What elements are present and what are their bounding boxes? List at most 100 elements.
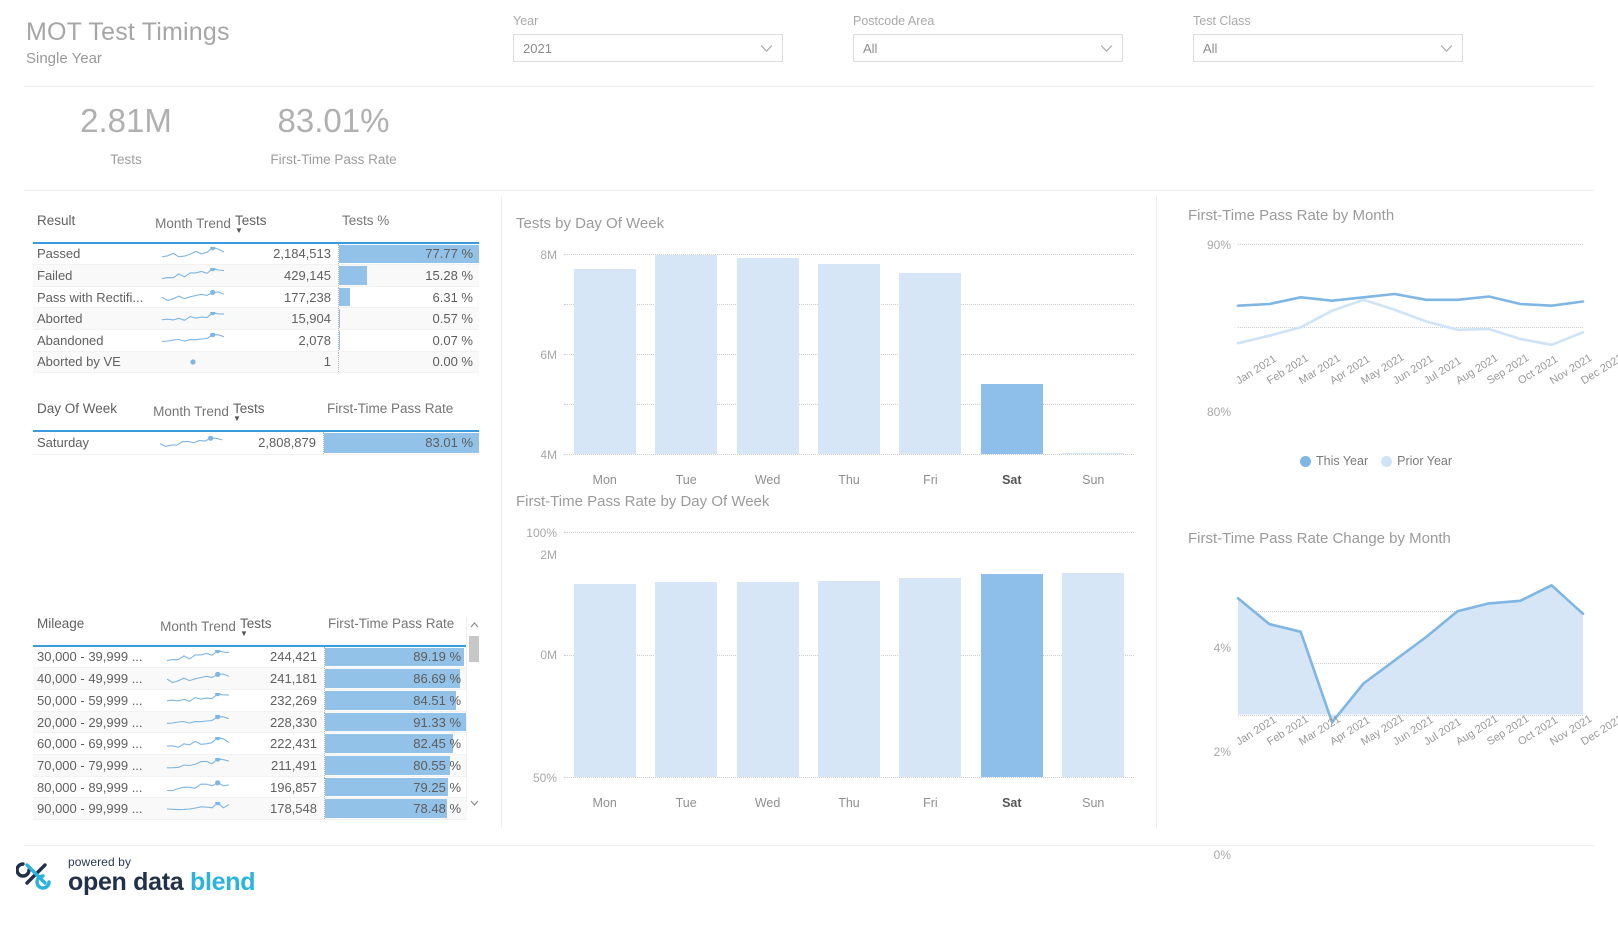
column-header-day-of-week[interactable]: Day Of Week (33, 401, 151, 421)
table-row[interactable]: 90,000 - 99,999 ... 178,548 78.48 % (33, 798, 467, 821)
row-percent-value: 79.25 % (413, 779, 461, 795)
column-header-tests[interactable]: Tests ▼ (238, 616, 324, 638)
table-row[interactable]: Failed 429,145 15.28 % (33, 265, 479, 287)
bar-chart-plot-area: 0% 50% 100% (526, 526, 1134, 785)
column-header-pass-rate[interactable]: First-Time Pass Rate (324, 616, 467, 631)
series-paths (1236, 575, 1585, 730)
y-axis-tick-label: 90% (1206, 238, 1231, 252)
bar-column (1053, 532, 1134, 777)
month-trend-sparkline (151, 435, 231, 450)
filter-postcode-area-select[interactable]: All (853, 34, 1123, 62)
table-row[interactable]: Aborted 15,904 0.57 % (33, 308, 479, 330)
bar-fri[interactable] (899, 578, 962, 777)
row-label: Abandoned (37, 332, 104, 348)
mileage-table-scrollbar[interactable] (466, 618, 480, 810)
bar-sat[interactable] (980, 573, 1043, 777)
table-row[interactable]: 80,000 - 89,999 ... 196,857 79.25 % (33, 776, 467, 799)
x-axis-tick-label[interactable]: Wed (727, 796, 808, 810)
result-table[interactable]: Result Month Trend Tests ▼ Tests % Passe… (33, 213, 479, 374)
table-row[interactable]: 20,000 - 29,999 ... 228,330 91.33 % (33, 711, 467, 734)
table-row[interactable]: 50,000 - 59,999 ... 232,269 84.51 % (33, 689, 467, 712)
table-row[interactable]: 60,000 - 69,999 ... 222,431 82.45 % (33, 733, 467, 756)
bar-wed[interactable] (736, 257, 799, 454)
y-axis-tick-label: 8M (540, 248, 557, 262)
column-header-month-trend[interactable]: Month Trend (158, 616, 238, 636)
column-header-month-trend[interactable]: Month Trend (151, 401, 231, 421)
column-header-pass-rate[interactable]: First-Time Pass Rate (323, 401, 479, 416)
filter-test-class-select[interactable]: All (1193, 34, 1463, 62)
bar-column (1053, 254, 1134, 454)
table-row[interactable]: Pass with Rectifi... 177,238 6.31 % (33, 286, 479, 309)
row-label: Saturday (37, 435, 90, 451)
kpi-pass-rate: 83.01% First-Time Pass Rate (226, 100, 441, 167)
result-table-header: Result Month Trend Tests ▼ Tests % (33, 213, 479, 242)
mileage-table-header: Mileage Month Trend Tests ▼ First-Time P… (33, 616, 467, 645)
bar-mon[interactable] (573, 583, 636, 777)
chevron-down-icon (1440, 41, 1453, 56)
chart-pass-rate-by-month: First-Time Pass Rate by Month 80% 90% Jan… (1188, 207, 1618, 468)
scroll-down-icon[interactable] (467, 796, 481, 810)
x-axis-tick-label[interactable]: Sat (971, 473, 1052, 487)
x-axis-tick-label[interactable]: Sun (1053, 796, 1134, 810)
x-axis-tick-label[interactable]: Tue (645, 796, 726, 810)
x-axis-tick-label[interactable]: Mon (564, 796, 645, 810)
x-axis-tick-label[interactable]: Sun (1053, 473, 1134, 487)
kpi-tests: 2.81M Tests (26, 100, 226, 167)
legend-item-this-year[interactable]: This Year (1300, 454, 1368, 468)
bar-mon[interactable] (573, 269, 636, 454)
table-row[interactable]: Aborted by VE 1 0.00 % (33, 351, 479, 374)
bar-sun[interactable] (1062, 452, 1125, 454)
legend-item-prior-year[interactable]: Prior Year (1381, 454, 1452, 468)
scroll-up-icon[interactable] (467, 618, 481, 632)
bar-wed[interactable] (736, 581, 799, 777)
filter-year-select[interactable]: 2021 (513, 34, 783, 62)
row-data-bar: 89.19 % (324, 646, 467, 668)
mileage-table[interactable]: Mileage Month Trend Tests ▼ First-Time P… (33, 616, 467, 821)
bar-sat[interactable] (980, 383, 1043, 454)
table-row[interactable]: Saturday 2,808,879 83.01 % (33, 431, 479, 455)
row-data-bar: 0.57 % (338, 308, 479, 329)
table-row[interactable]: 70,000 - 79,999 ... 211,491 80.55 % (33, 755, 467, 777)
column-header-result[interactable]: Result (33, 213, 153, 233)
table-row[interactable]: 30,000 - 39,999 ... 244,421 89.19 % (33, 646, 467, 669)
bar-chart-x-labels: Mon Tue Wed Thu Fri Sat Sun (564, 796, 1134, 810)
line-chart-plot-area: 80% 90% (1207, 238, 1585, 419)
x-axis-tick-label[interactable]: Fri (890, 796, 971, 810)
row-tests-value: 222,431 (270, 736, 317, 752)
column-header-tests[interactable]: Tests ▼ (231, 401, 323, 423)
x-axis-tick-label[interactable]: Tue (645, 473, 726, 487)
row-label: 60,000 - 69,999 ... (37, 736, 143, 752)
bar-thu[interactable] (817, 581, 880, 777)
x-axis-tick-label[interactable]: Thu (808, 796, 889, 810)
column-header-tests[interactable]: Tests ▼ (233, 213, 338, 235)
table-row[interactable]: 40,000 - 49,999 ... 241,181 86.69 % (33, 668, 467, 690)
bar-tue[interactable] (655, 582, 718, 777)
table-row[interactable]: Passed 2,184,513 77.77 % (33, 243, 479, 266)
column-header-month-trend[interactable]: Month Trend (153, 213, 233, 233)
column-header-tests-pct[interactable]: Tests % (338, 213, 479, 228)
x-axis-tick-label[interactable]: Fri (890, 473, 971, 487)
sort-descending-icon: ▼ (240, 629, 248, 638)
day-of-week-table[interactable]: Day Of Week Month Trend Tests ▼ First-Ti… (33, 401, 479, 455)
column-header-mileage[interactable]: Mileage (33, 616, 158, 636)
x-axis-tick-label[interactable]: Sat (971, 796, 1052, 810)
row-label: Aborted by VE (37, 354, 121, 370)
row-data-bar: 82.45 % (324, 733, 467, 755)
bar-sun[interactable] (1062, 573, 1125, 777)
brand-name: open data blend (68, 870, 255, 895)
x-axis-tick-label[interactable]: Thu (808, 473, 889, 487)
month-trend-sparkline (153, 246, 233, 261)
bar-fri[interactable] (899, 272, 962, 454)
x-axis-tick-label[interactable]: Wed (727, 473, 808, 487)
table-row[interactable]: Abandoned 2,078 0.07 % (33, 329, 479, 352)
mileage-table-body: 30,000 - 39,999 ... 244,421 89.19 % 40,000 … (33, 646, 467, 821)
month-trend-sparkline (158, 649, 238, 664)
gridline: 0% (564, 777, 1134, 778)
bar-thu[interactable] (817, 263, 880, 454)
month-trend-sparkline (153, 311, 233, 326)
bar-column (645, 254, 726, 454)
x-axis-tick-label[interactable]: Mon (564, 473, 645, 487)
bar-tue[interactable] (655, 255, 718, 454)
chevron-down-icon (1100, 41, 1113, 56)
scrollbar-thumb[interactable] (469, 636, 479, 662)
